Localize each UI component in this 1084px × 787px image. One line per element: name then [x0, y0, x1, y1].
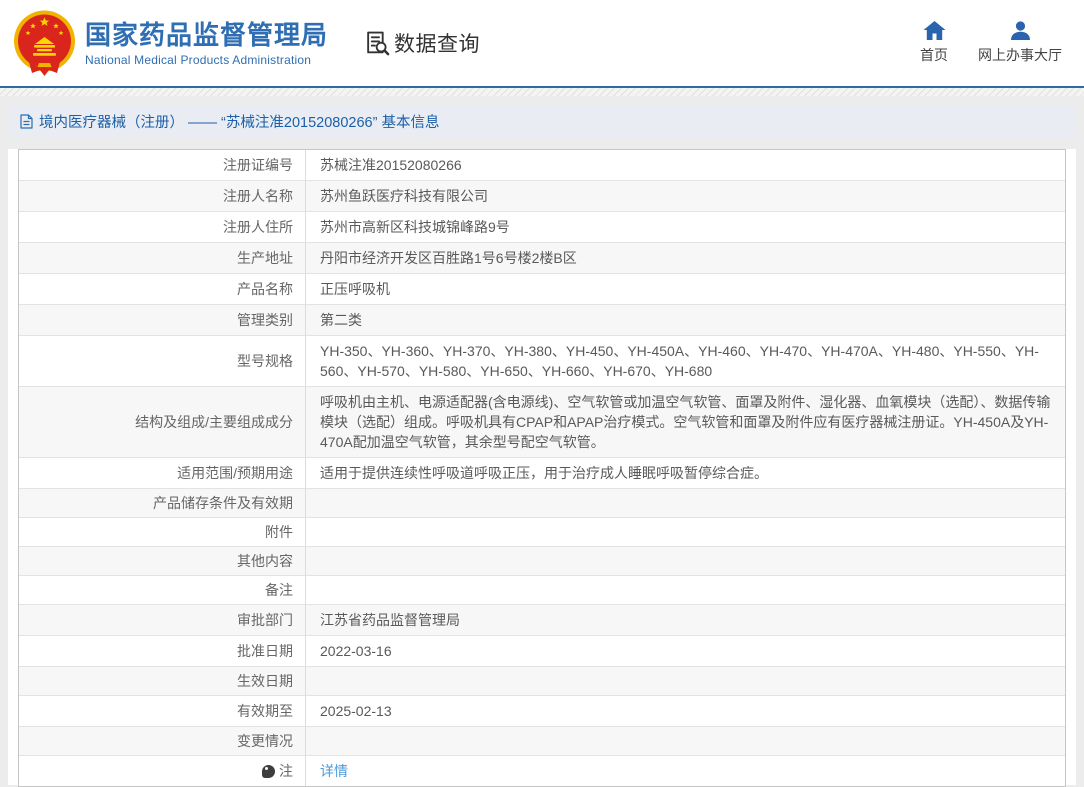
table-row: 变更情况	[19, 727, 1065, 756]
row-value	[306, 547, 1065, 575]
document-icon	[20, 113, 33, 129]
table-row: 产品储存条件及有效期	[19, 489, 1065, 518]
table-row: 其他内容	[19, 547, 1065, 576]
row-value	[306, 518, 1065, 546]
breadcrumb-text: 境内医疗器械（注册） —— “苏械注准20152080266” 基本信息	[39, 114, 440, 131]
detail-link[interactable]: 详情	[320, 761, 348, 781]
row-label: 注册人名称	[19, 181, 306, 211]
row-value	[306, 576, 1065, 604]
row-label: 管理类别	[19, 305, 306, 335]
row-value: 江苏省药品监督管理局	[320, 612, 460, 628]
row-value: 苏州鱼跃医疗科技有限公司	[320, 188, 488, 204]
registration-info-table: 注册证编号 苏械注准20152080266 注册人名称 苏州鱼跃医疗科技有限公司 注册人…	[18, 149, 1066, 787]
row-value: 正压呼吸机	[320, 281, 390, 297]
row-value: 第二类	[320, 312, 362, 328]
row-label: 有效期至	[19, 696, 306, 726]
table-row: 生效日期	[19, 667, 1065, 696]
row-label: 其他内容	[19, 547, 306, 575]
site-title: 国家药品监督管理局	[85, 19, 329, 50]
table-row: 审批部门 江苏省药品监督管理局	[19, 605, 1065, 636]
table-row: 附件	[19, 518, 1065, 547]
info-card: 注册证编号 苏械注准20152080266 注册人名称 苏州鱼跃医疗科技有限公司 注册人…	[8, 149, 1076, 787]
note-balloon-icon	[262, 764, 275, 778]
site-logo[interactable]: 国家药品监督管理局 National Medical Products Admi…	[13, 9, 328, 77]
row-value: YH-350、YH-360、YH-370、YH-380、YH-450、YH-45…	[320, 343, 1039, 379]
table-row: 注册人名称 苏州鱼跃医疗科技有限公司	[19, 181, 1065, 212]
nav-home-label: 首页	[920, 47, 948, 63]
table-row: 注册证编号 苏械注准20152080266	[19, 150, 1065, 181]
table-row: 管理类别 第二类	[19, 305, 1065, 336]
data-query-label: 数据查询	[394, 33, 481, 56]
row-label: 产品名称	[19, 274, 306, 304]
row-value	[306, 727, 1065, 755]
row-label: 备注	[19, 576, 306, 604]
row-value: 2025-02-13	[320, 703, 392, 719]
row-label: 产品储存条件及有效期	[19, 489, 306, 517]
row-label: 审批部门	[19, 605, 306, 635]
row-label: 生产地址	[19, 243, 306, 273]
table-row: 型号规格 YH-350、YH-360、YH-370、YH-380、YH-450、Y…	[19, 336, 1065, 387]
row-label: 批准日期	[19, 636, 306, 666]
row-value: 苏州市高新区科技城锦峰路9号	[320, 219, 510, 235]
row-label: 注	[19, 756, 306, 786]
table-row: 备注	[19, 576, 1065, 605]
content-area: 境内医疗器械（注册） —— “苏械注准20152080266” 基本信息 注册证…	[0, 96, 1084, 787]
table-row: 有效期至 2025-02-13	[19, 696, 1065, 727]
row-value	[306, 667, 1065, 695]
nav-online-hall[interactable]: 网上办事大厅	[978, 21, 1062, 65]
row-value: 详情	[306, 756, 1065, 786]
row-label: 附件	[19, 518, 306, 546]
table-row: 结构及组成/主要组成成分 呼吸机由主机、电源适配器(含电源线)、空气软管或加温空气…	[19, 387, 1065, 458]
row-label: 注册人住所	[19, 212, 306, 242]
site-header: 国家药品监督管理局 National Medical Products Admi…	[0, 0, 1084, 88]
header-divider	[0, 88, 1084, 96]
row-value	[306, 489, 1065, 517]
user-icon	[1010, 21, 1030, 40]
row-label: 生效日期	[19, 667, 306, 695]
row-label: 型号规格	[19, 336, 306, 386]
row-value: 苏械注准20152080266	[320, 157, 462, 173]
document-search-icon	[367, 31, 390, 55]
table-row: 产品名称 正压呼吸机	[19, 274, 1065, 305]
page: 国家药品监督管理局 National Medical Products Admi…	[0, 0, 1084, 787]
row-value: 丹阳市经济开发区百胜路1号6号楼2楼B区	[320, 250, 577, 266]
row-label: 适用范围/预期用途	[19, 458, 306, 488]
row-label: 结构及组成/主要组成成分	[19, 387, 306, 457]
table-row: 批准日期 2022-03-16	[19, 636, 1065, 667]
table-row: 注册人住所 苏州市高新区科技城锦峰路9号	[19, 212, 1065, 243]
row-value: 2022-03-16	[320, 643, 392, 659]
row-value: 适用于提供连续性呼吸道呼吸正压，用于治疗成人睡眠呼吸暂停综合症。	[320, 465, 768, 481]
nav-online-hall-label: 网上办事大厅	[978, 47, 1062, 63]
table-row: 生产地址 丹阳市经济开发区百胜路1号6号楼2楼B区	[19, 243, 1065, 274]
row-label: 变更情况	[19, 727, 306, 755]
table-row: 适用范围/预期用途 适用于提供连续性呼吸道呼吸正压，用于治疗成人睡眠呼吸暂停综合症…	[19, 458, 1065, 489]
row-value: 呼吸机由主机、电源适配器(含电源线)、空气软管或加温空气软管、面罩及附件、湿化器…	[320, 394, 1051, 450]
breadcrumb: 境内医疗器械（注册） —— “苏械注准20152080266” 基本信息	[8, 105, 1076, 137]
home-icon	[923, 21, 945, 40]
nav-home[interactable]: 首页	[920, 21, 948, 65]
header-nav: 首页 网上办事大厅	[920, 21, 1062, 65]
data-query-link[interactable]: 数据查询	[364, 28, 480, 58]
table-row: 注详情	[19, 756, 1065, 786]
site-subtitle: National Medical Products Administration	[85, 52, 312, 67]
row-label: 注册证编号	[19, 150, 306, 180]
site-titles: 国家药品监督管理局 National Medical Products Admi…	[85, 20, 328, 67]
national-emblem-icon	[14, 10, 75, 76]
